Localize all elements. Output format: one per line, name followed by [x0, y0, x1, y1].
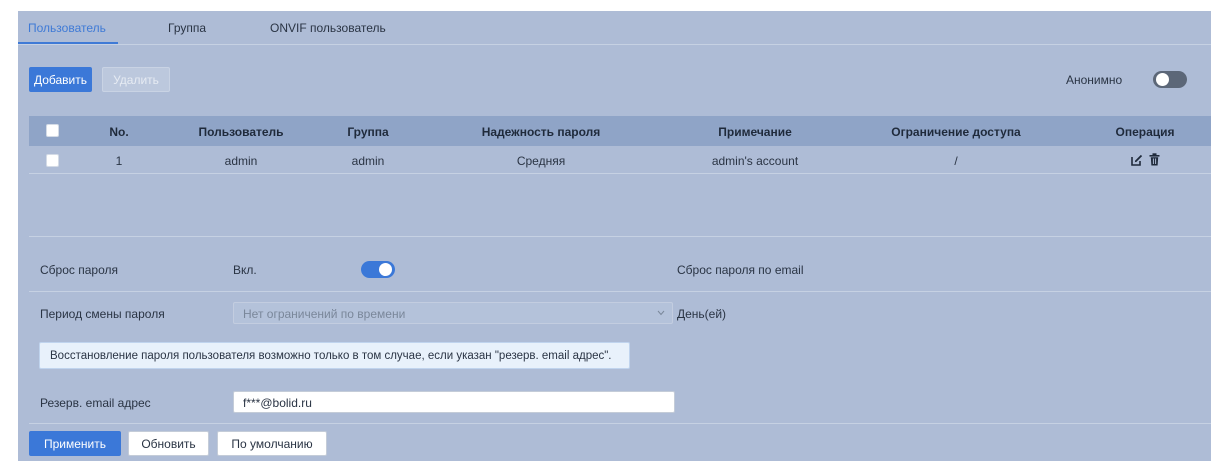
column-header-no: No. [109, 125, 129, 139]
delete-button[interactable]: Удалить [102, 67, 170, 92]
chevron-down-icon [657, 310, 665, 316]
toggle-knob [379, 263, 392, 276]
toggle-knob [1156, 73, 1169, 86]
tab-onvif-user[interactable]: ONVIF пользователь [270, 21, 386, 35]
anonymous-label: Анонимно [1066, 73, 1123, 87]
cell-access-restriction: / [954, 154, 958, 168]
password-reset-toggle[interactable] [361, 261, 395, 278]
column-header-operation: Операция [1115, 125, 1175, 139]
backup-email-value: f***@bolid.ru [243, 396, 312, 410]
column-header-user: Пользователь [198, 125, 284, 139]
password-period-label: Период смены пароля [40, 307, 165, 321]
column-header-note: Примечание [718, 125, 792, 139]
password-reset-state: Вкл. [233, 263, 257, 277]
backup-email-label: Резерв. email адрес [40, 396, 151, 410]
info-notice: Восстановление пароля пользователя возмо… [39, 342, 630, 369]
default-button[interactable]: По умолчанию [217, 431, 327, 456]
cell-password-strength: Средняя [516, 154, 566, 168]
users-table-header: No. Пользователь Группа Надежность парол… [29, 116, 1211, 146]
column-header-group: Группа [347, 125, 389, 139]
cell-group: admin [351, 154, 385, 168]
select-all-checkbox[interactable] [46, 124, 59, 137]
tab-group[interactable]: Группа [168, 21, 206, 35]
add-button[interactable]: Добавить [29, 67, 92, 92]
password-period-select[interactable]: Нет ограничений по времени [233, 302, 673, 324]
password-period-value: Нет ограничений по времени [243, 307, 406, 321]
edit-icon[interactable] [1131, 154, 1143, 166]
divider [29, 291, 1211, 292]
tab-bar: Пользователь Группа ONVIF пользователь [18, 11, 1211, 45]
tab-user[interactable]: Пользователь [28, 21, 106, 35]
column-header-password-strength: Надежность пароля [481, 125, 601, 139]
cell-user: admin [224, 154, 258, 168]
password-period-unit: День(ей) [677, 307, 727, 321]
email-reset-label: Сброс пароля по email [677, 263, 804, 277]
info-notice-text: Восстановление пароля пользователя возмо… [50, 350, 612, 362]
active-tab-indicator [18, 42, 118, 44]
column-header-access-restriction: Ограничение доступа [891, 125, 1021, 139]
divider [29, 423, 1211, 424]
delete-icon[interactable] [1149, 153, 1160, 166]
cell-note: admin's account [711, 154, 799, 168]
table-row[interactable]: 1 admin admin Средняя admin's account / [29, 146, 1211, 174]
cell-no: 1 [115, 154, 123, 168]
table-bottom-border [29, 236, 1211, 237]
password-reset-label: Сброс пароля [40, 263, 118, 277]
backup-email-field[interactable]: f***@bolid.ru [233, 391, 675, 413]
refresh-button[interactable]: Обновить [128, 431, 209, 456]
user-management-panel: Пользователь Группа ONVIF пользователь Д… [18, 11, 1211, 461]
anonymous-toggle[interactable] [1153, 71, 1187, 88]
row-checkbox[interactable] [46, 154, 59, 167]
apply-button[interactable]: Применить [29, 431, 121, 456]
